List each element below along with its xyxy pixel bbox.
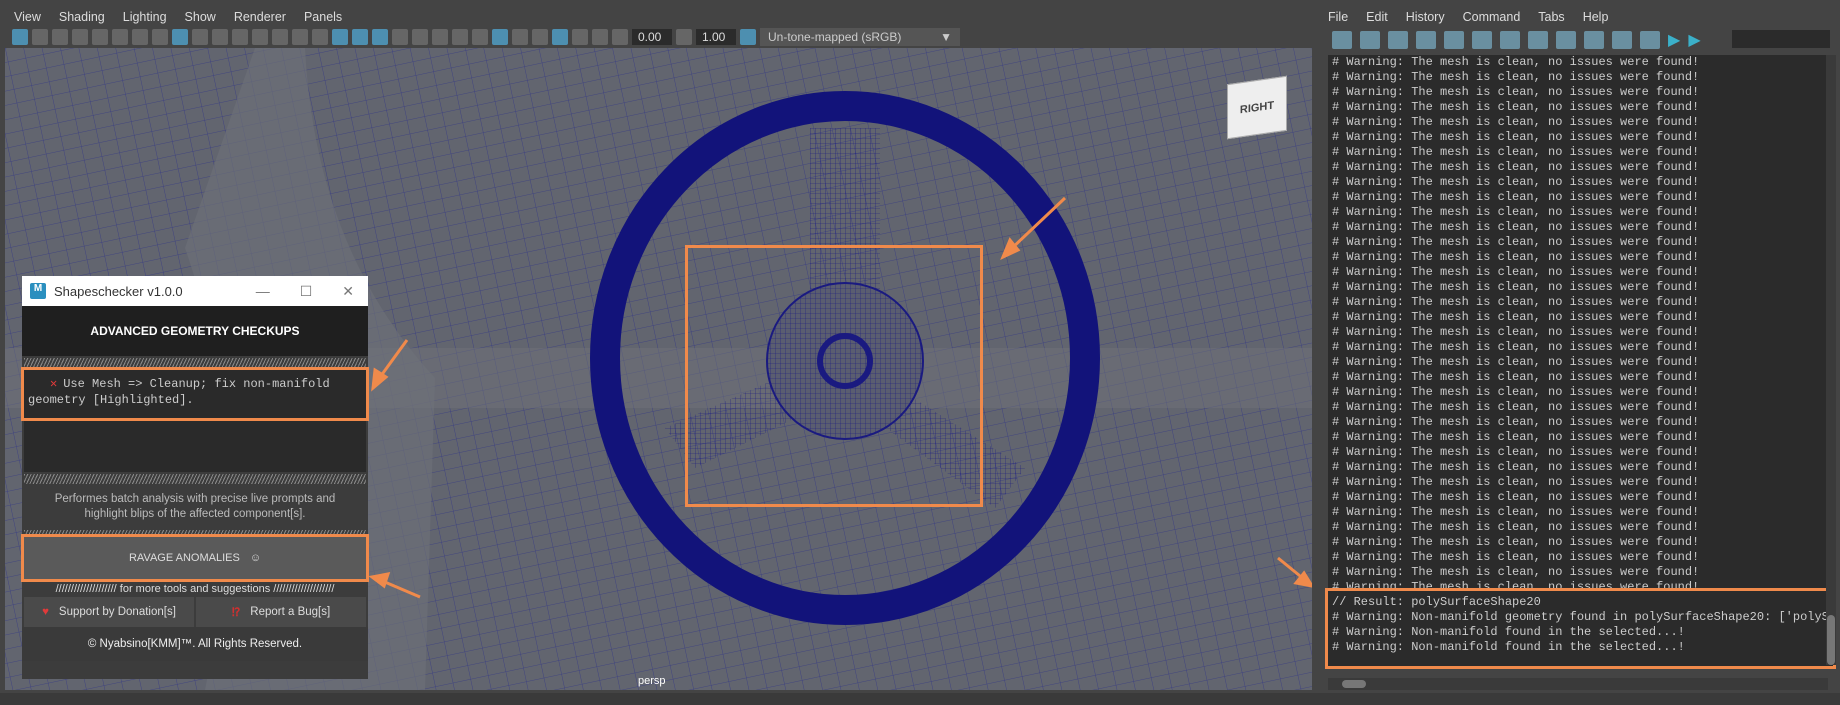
menu-command[interactable]: Command: [1463, 10, 1521, 24]
script-editor-menubar: File Edit History Command Tabs Help: [1328, 6, 1608, 28]
scroll-thumb[interactable]: [1827, 615, 1835, 665]
log-line: # Warning: The mesh is clean, no issues …: [1332, 400, 1700, 414]
log-line: # Warning: The mesh is clean, no issues …: [1332, 295, 1700, 309]
ravage-anomalies-button[interactable]: RAVAGE ANOMALIES ☺: [21, 534, 369, 582]
log-line: # Warning: The mesh is clean, no issues …: [1332, 115, 1700, 129]
log-line: # Warning: The mesh is clean, no issues …: [1332, 250, 1700, 264]
clear-input-icon[interactable]: [1472, 31, 1492, 49]
log-line: # Warning: The mesh is clean, no issues …: [1332, 535, 1700, 549]
maya-logo-icon: M: [30, 283, 46, 299]
error-x-icon: ✕: [50, 377, 58, 391]
menu-edit[interactable]: Edit: [1366, 10, 1388, 24]
vertical-scrollbar[interactable]: [1826, 55, 1836, 665]
log-line: # Warning: The mesh is clean, no issues …: [1332, 205, 1700, 219]
close-icon[interactable]: ✕: [342, 283, 354, 300]
run-button-label: RAVAGE ANOMALIES: [128, 552, 240, 564]
donation-label: Support by Donation[s]: [58, 606, 176, 618]
log-line: # Warning: The mesh is clean, no issues …: [1332, 145, 1700, 159]
log-line: # Warning: The mesh is clean, no issues …: [1332, 190, 1700, 204]
status-bar: [0, 693, 1840, 705]
clear-history-icon[interactable]: [1444, 31, 1464, 49]
donation-button[interactable]: ♥ Support by Donation[s]: [24, 597, 194, 627]
log-line: # Warning: The mesh is clean, no issues …: [1332, 460, 1700, 474]
bug-label: Report a Bug[s]: [250, 606, 331, 618]
log-line: # Warning: The mesh is clean, no issues …: [1332, 490, 1700, 504]
log-line: # Warning: The mesh is clean, no issues …: [1332, 265, 1700, 279]
maximize-icon[interactable]: ☐: [300, 283, 313, 300]
log-line: # Warning: The mesh is clean, no issues …: [1332, 430, 1700, 444]
log-line: # Warning: The mesh is clean, no issues …: [1332, 415, 1700, 429]
report-bug-button[interactable]: ⁉ Report a Bug[s]: [196, 597, 366, 627]
dialog-titlebar: M Shapeschecker v1.0.0 — ☐ ✕: [22, 276, 368, 306]
script-editor-panel: File Edit History Command Tabs Help ▶ ▶ …: [1318, 0, 1840, 705]
divider: [24, 358, 366, 368]
save-script-icon[interactable]: [1388, 31, 1408, 49]
horizontal-scrollbar[interactable]: [1328, 678, 1828, 690]
log-line: # Warning: The mesh is clean, no issues …: [1332, 475, 1700, 489]
log-line: // Result: polySurfaceShape20: [1332, 595, 1541, 609]
execute-all-icon[interactable]: ▶: [1668, 30, 1680, 50]
save-to-shelf-icon[interactable]: [1416, 31, 1436, 49]
divider: [24, 474, 366, 484]
more-tools-text: //////////////////// for more tools and …: [55, 583, 335, 595]
copyright: © Nyabsino[KMM]™. All Rights Reserved.: [22, 627, 368, 661]
log-line: # Warning: The mesh is clean, no issues …: [1332, 175, 1700, 189]
source-script-icon[interactable]: [1360, 31, 1380, 49]
description: Performes batch analysis with precise li…: [54, 493, 336, 520]
log-line: # Warning: The mesh is clean, no issues …: [1332, 565, 1700, 579]
clear-all-icon[interactable]: [1500, 31, 1520, 49]
log-line: # Warning: The mesh is clean, no issues …: [1332, 445, 1700, 459]
log-line: # Warning: Non-manifold geometry found i…: [1332, 610, 1833, 624]
log-line: # Warning: The mesh is clean, no issues …: [1332, 355, 1700, 369]
log-line: # Warning: Non-manifold found in the sel…: [1332, 625, 1685, 639]
menu-tabs[interactable]: Tabs: [1538, 10, 1564, 24]
execute-icon[interactable]: ▶: [1688, 30, 1700, 50]
log-line: # Warning: The mesh is clean, no issues …: [1332, 340, 1700, 354]
menu-history[interactable]: History: [1406, 10, 1445, 24]
search-field[interactable]: [1732, 30, 1830, 48]
menu-help[interactable]: Help: [1583, 10, 1609, 24]
log-line: # Warning: The mesh is clean, no issues …: [1332, 85, 1700, 99]
result-area: [24, 418, 366, 472]
script-editor-toolbar: ▶ ▶: [1332, 30, 1701, 50]
minimize-icon[interactable]: —: [256, 283, 270, 300]
log-line: # Warning: The mesh is clean, no issues …: [1332, 55, 1700, 69]
show-input-icon[interactable]: [1556, 31, 1576, 49]
show-both-icon[interactable]: [1584, 31, 1604, 49]
dialog-header: ADVANCED GEOMETRY CHECKUPS: [22, 306, 368, 356]
result-message: ✕ Use Mesh => Cleanup; fix non-manifold g…: [21, 367, 369, 421]
log-line: # Warning: The mesh is clean, no issues …: [1332, 220, 1700, 234]
log-line: # Warning: The mesh is clean, no issues …: [1332, 385, 1700, 399]
line-numbers-icon[interactable]: [1640, 31, 1660, 49]
result-message-text: Use Mesh => Cleanup; fix non-manifold ge…: [28, 377, 330, 407]
menu-file[interactable]: File: [1328, 10, 1348, 24]
log-line: # Warning: The mesh is clean, no issues …: [1332, 280, 1700, 294]
log-line: # Warning: The mesh is clean, no issues …: [1332, 325, 1700, 339]
echo-commands-icon[interactable]: [1612, 31, 1632, 49]
log-line: # Warning: The mesh is clean, no issues …: [1332, 160, 1700, 174]
log-line: # Warning: The mesh is clean, no issues …: [1332, 520, 1700, 534]
log-line: # Warning: The mesh is clean, no issues …: [1332, 70, 1700, 84]
divider: [24, 530, 366, 535]
log-line: # Warning: The mesh is clean, no issues …: [1332, 370, 1700, 384]
script-result-log[interactable]: // Result: polySurfaceShape20 # Warning:…: [1325, 588, 1836, 669]
log-line: # Warning: The mesh is clean, no issues …: [1332, 550, 1700, 564]
scroll-thumb[interactable]: [1342, 680, 1366, 688]
log-line: # Warning: Non-manifold found in the sel…: [1332, 640, 1685, 654]
open-script-icon[interactable]: [1332, 31, 1352, 49]
log-line: # Warning: The mesh is clean, no issues …: [1332, 505, 1700, 519]
dialog-title: Shapeschecker v1.0.0: [54, 283, 183, 299]
shapeschecker-dialog: M Shapeschecker v1.0.0 — ☐ ✕ ADVANCED GEOM…: [21, 276, 369, 679]
log-line: # Warning: The mesh is clean, no issues …: [1332, 580, 1700, 590]
log-line: # Warning: The mesh is clean, no issues …: [1332, 235, 1700, 249]
log-line: # Warning: The mesh is clean, no issues …: [1332, 100, 1700, 114]
script-history-log[interactable]: # Warning: The mesh is clean, no issues …: [1328, 55, 1833, 590]
show-history-icon[interactable]: [1528, 31, 1548, 49]
heart-icon: ♥: [42, 606, 49, 618]
log-line: # Warning: The mesh is clean, no issues …: [1332, 130, 1700, 144]
ghost-icon: ☺: [249, 552, 262, 564]
bug-alert-icon: ⁉: [231, 607, 241, 619]
log-line: # Warning: The mesh is clean, no issues …: [1332, 310, 1700, 324]
